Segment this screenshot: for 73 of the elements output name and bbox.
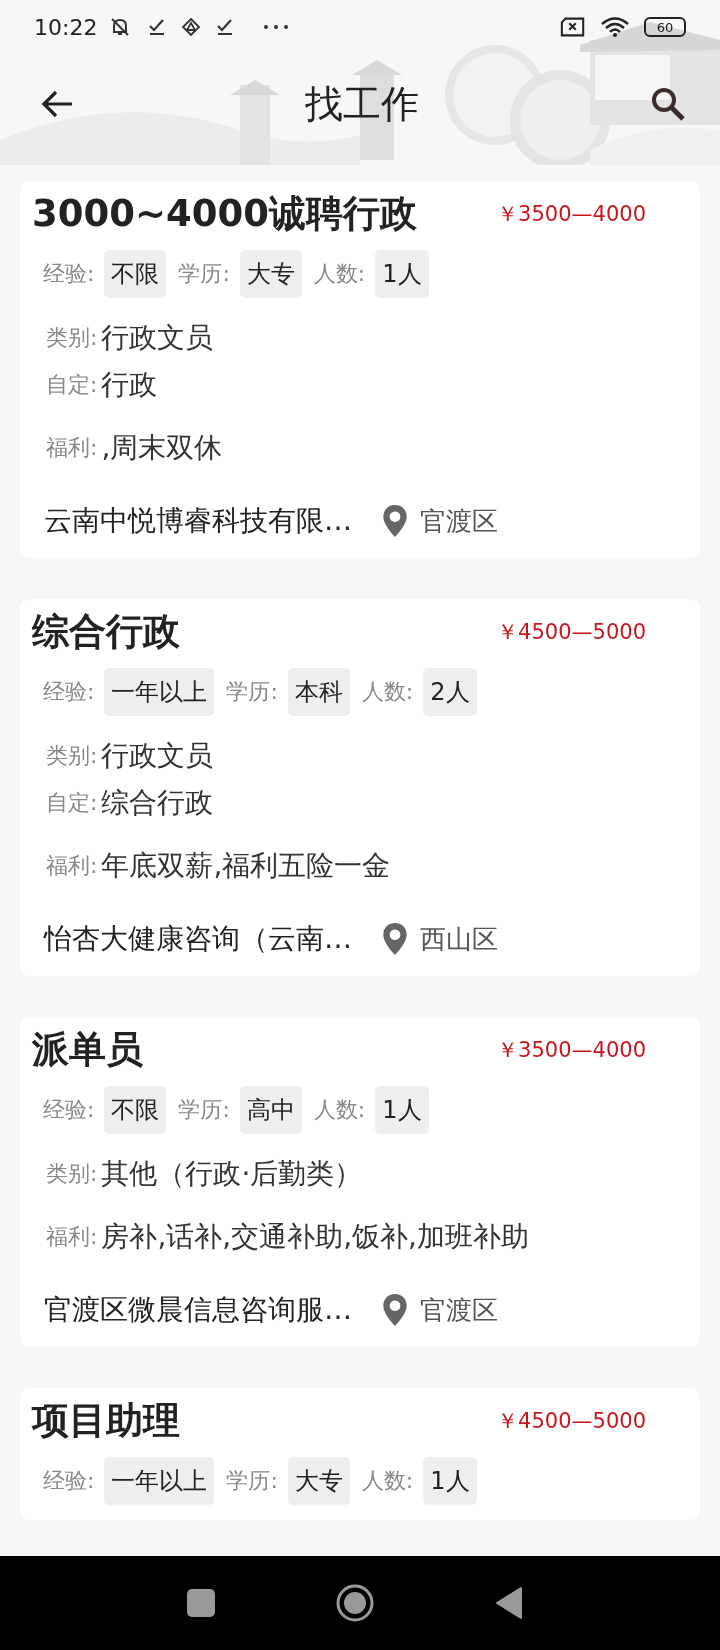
tag-value: 一年以上: [104, 668, 215, 716]
search-icon[interactable]: [650, 86, 686, 122]
location-pin-icon: [382, 504, 408, 538]
tag-value: 一年以上: [104, 1457, 215, 1505]
company-name: 官渡区微晨信息咨询服…: [44, 1292, 352, 1328]
job-card[interactable]: 派单员 ￥3500—4000 经验: 不限 学历: 高中 人数: 1人 类别:其他（行政·后勤类） 福利:房补,话补,交通补助,饭补,加班补助 官渡区微晨信息咨询服… 官渡区: [20, 1017, 700, 1347]
detail-value: 行政文员: [101, 737, 214, 774]
job-card[interactable]: 3000~4000诚聘行政 ￥3500—4000 经验: 不限 学历: 大专 人数: 1人 类别:行政文员 自定:行政 福利:,周末双休 云南中悦博睿科技有限… 官渡区: [20, 181, 700, 558]
district: 西山区: [420, 922, 498, 956]
location-pin-icon: [382, 1293, 408, 1327]
detail-label: 类别:: [46, 741, 98, 770]
detail-label: 自定:: [46, 788, 98, 817]
benefits-value: ,周末双休: [101, 429, 223, 466]
recents-button[interactable]: [187, 1589, 215, 1617]
job-title: 综合行政: [32, 609, 180, 655]
status-time: 10:22: [34, 14, 98, 40]
tag-label: 经验:: [43, 678, 95, 706]
tag-value: 1人: [375, 250, 429, 298]
job-title: 派单员: [32, 1027, 143, 1073]
home-button[interactable]: [335, 1583, 375, 1623]
tag-label: 人数:: [313, 1096, 366, 1124]
detail-value: 其他（行政·后勤类）: [101, 1155, 363, 1192]
job-card[interactable]: 项目助理 ￥4500—5000 经验: 一年以上 学历: 大专 人数: 1人: [20, 1388, 700, 1520]
tag-label: 学历:: [178, 260, 230, 288]
tag-label: 经验:: [43, 1096, 95, 1124]
tag-label: 人数:: [313, 260, 366, 288]
wifi-icon: [600, 15, 630, 39]
tag-value: 1人: [423, 1457, 477, 1505]
detail-label: 自定:: [46, 370, 98, 399]
benefits-label: 福利:: [46, 433, 98, 462]
triangle-icon: [181, 17, 202, 37]
job-title: 项目助理: [32, 1398, 180, 1444]
detail-label: 类别:: [46, 323, 98, 352]
benefits-value: 年底双薪,福利五险一金: [101, 847, 391, 884]
tag-value: 2人: [423, 668, 477, 716]
salary: ￥4500—5000: [497, 1408, 646, 1435]
more-icon: [263, 24, 290, 30]
tag-value: 1人: [375, 1086, 429, 1134]
salary: ￥4500—5000: [497, 619, 646, 646]
tag-label: 学历:: [178, 1096, 230, 1124]
salary: ￥3500—4000: [497, 201, 646, 228]
detail-label: 类别:: [46, 1159, 98, 1188]
benefits-value: 房补,话补,交通补助,饭补,加班补助: [101, 1218, 530, 1255]
battery-icon: 60: [644, 17, 686, 37]
tag-label: 学历:: [226, 1467, 278, 1495]
benefits-label: 福利:: [46, 851, 98, 880]
detail-value: 行政: [101, 366, 158, 403]
tag-label: 学历:: [226, 678, 278, 706]
job-title: 3000~4000诚聘行政: [32, 191, 417, 237]
tag-value: 大专: [239, 250, 302, 298]
tag-value: 高中: [239, 1086, 302, 1134]
detail-value: 行政文员: [101, 319, 214, 356]
tag-value: 不限: [104, 250, 167, 298]
job-card[interactable]: 综合行政 ￥4500—5000 经验: 一年以上 学历: 本科 人数: 2人 类别:行政文员 自定:综合行政 福利:年底双薪,福利五险一金 怡杏大健康咨询（云南… 西山区: [20, 599, 700, 976]
tag-value: 大专: [287, 1457, 350, 1505]
company-name: 云南中悦博睿科技有限…: [44, 503, 352, 539]
tag-label: 经验:: [43, 1467, 95, 1495]
tag-label: 人数:: [361, 678, 414, 706]
location-pin-icon: [382, 922, 408, 956]
page-title: 找工作: [305, 80, 419, 128]
benefits-label: 福利:: [46, 1222, 98, 1251]
company-name: 怡杏大健康咨询（云南…: [44, 921, 352, 957]
district: 官渡区: [420, 1293, 498, 1327]
back-arrow-icon[interactable]: [40, 89, 74, 119]
back-button[interactable]: [495, 1586, 523, 1620]
detail-value: 综合行政: [101, 784, 214, 821]
tag-label: 人数:: [361, 1467, 414, 1495]
tag-value: 本科: [287, 668, 350, 716]
tag-value: 不限: [104, 1086, 167, 1134]
no-sim-icon: [560, 15, 586, 39]
salary: ￥3500—4000: [497, 1037, 646, 1064]
district: 官渡区: [420, 504, 498, 538]
tag-label: 经验:: [43, 260, 95, 288]
